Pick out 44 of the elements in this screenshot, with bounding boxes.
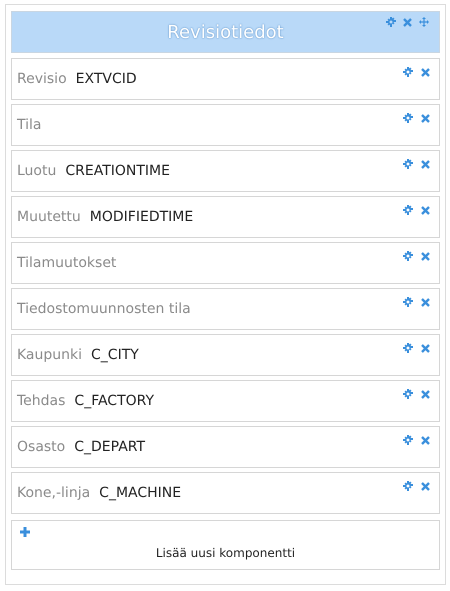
- settings-icon[interactable]: [403, 67, 413, 77]
- field-label: Tiedostomuunnosten tila: [17, 301, 191, 317]
- field-label: Kaupunki: [17, 347, 82, 363]
- field-value: C_FACTORY: [74, 393, 154, 409]
- close-icon[interactable]: [421, 436, 430, 444]
- field-label: Tilamuutokset: [17, 255, 116, 271]
- field-value: EXTVCID: [76, 71, 137, 87]
- settings-icon[interactable]: [403, 435, 413, 445]
- close-icon[interactable]: [421, 206, 430, 214]
- close-icon[interactable]: [421, 298, 430, 306]
- settings-icon[interactable]: [403, 251, 413, 261]
- close-icon[interactable]: [421, 482, 430, 490]
- field-label: Luotu: [17, 163, 56, 179]
- settings-icon[interactable]: [403, 205, 413, 215]
- settings-icon[interactable]: [403, 343, 413, 353]
- close-icon[interactable]: [421, 160, 430, 168]
- close-icon[interactable]: [403, 18, 412, 26]
- field-value: C_CITY: [91, 347, 139, 363]
- settings-icon[interactable]: [403, 113, 413, 123]
- field-value: C_DEPART: [74, 439, 146, 455]
- settings-icon[interactable]: [403, 481, 413, 491]
- settings-icon[interactable]: [403, 159, 413, 169]
- field-value: C_MACHINE: [99, 485, 182, 501]
- field-value: CREATIONTIME: [65, 163, 170, 179]
- panel-title: Revisiotiedot: [167, 22, 284, 42]
- add-component-label: Lisää uusi komponentti: [156, 546, 296, 560]
- add-icon[interactable]: [20, 527, 30, 537]
- close-icon[interactable]: [421, 114, 430, 122]
- field-label: Osasto: [17, 439, 66, 455]
- settings-icon[interactable]: [403, 389, 413, 399]
- field-label: Tila: [17, 117, 42, 133]
- move-icon[interactable]: [419, 17, 429, 27]
- field-label: Tehdas: [17, 393, 66, 409]
- settings-icon[interactable]: [386, 17, 396, 27]
- close-icon[interactable]: [421, 344, 430, 352]
- close-icon[interactable]: [421, 68, 430, 76]
- settings-icon[interactable]: [403, 297, 413, 307]
- field-value: MODIFIEDTIME: [90, 209, 194, 225]
- add-component-area[interactable]: Lisää uusi komponentti: [11, 520, 440, 570]
- field-label: Revisio: [17, 71, 67, 87]
- field-label: Kone,-linja: [17, 485, 90, 501]
- close-icon[interactable]: [421, 390, 430, 398]
- close-icon[interactable]: [421, 252, 430, 260]
- field-label: Muutettu: [17, 209, 81, 225]
